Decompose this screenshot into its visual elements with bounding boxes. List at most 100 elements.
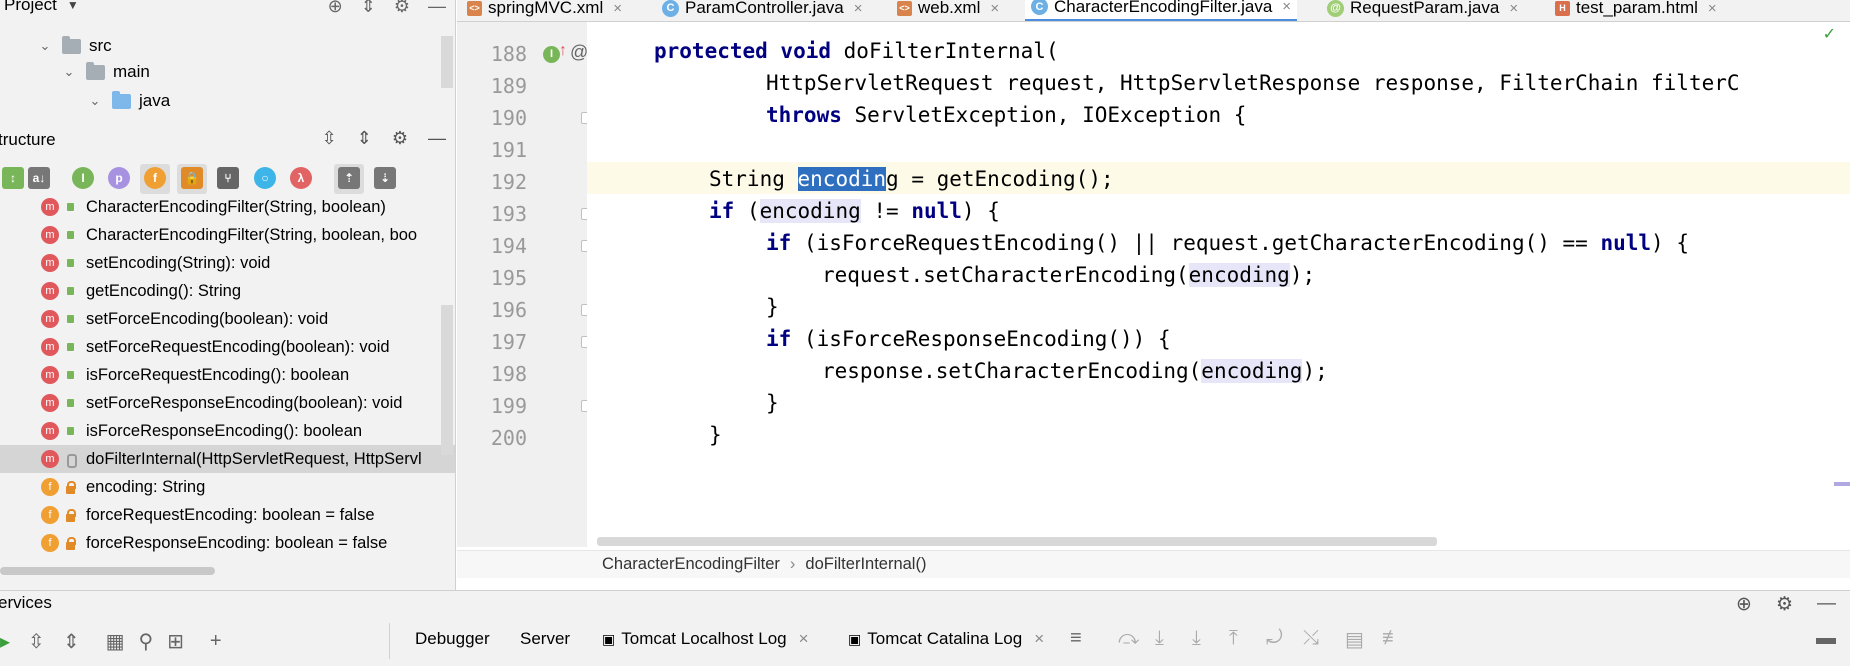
collapse-all-icon[interactable]: ⇕: [361, 0, 376, 17]
step-into-icon[interactable]: ⤓: [1155, 627, 1164, 650]
scroll-from-source-icon[interactable]: ⇣: [374, 167, 396, 189]
crosshair-icon[interactable]: ⊕: [1736, 593, 1752, 616]
group-by-icon[interactable]: ▦: [106, 629, 125, 654]
close-icon[interactable]: ×: [1282, 0, 1291, 15]
member-label: encoding: String: [86, 477, 206, 496]
code-editor[interactable]: protected void doFilterInternal( HttpSer…: [587, 22, 1850, 547]
close-icon[interactable]: ×: [799, 629, 809, 649]
show-fields-icon[interactable]: f: [144, 167, 166, 189]
minimize-icon[interactable]: —: [428, 0, 446, 17]
gear-icon[interactable]: ⚙: [1776, 593, 1793, 616]
public-icon: [64, 284, 76, 298]
add-icon[interactable]: +: [210, 630, 222, 653]
expand-all-icon[interactable]: ⇳: [28, 629, 45, 654]
minimize-icon[interactable]: —: [428, 128, 446, 149]
show-anonymous-icon[interactable]: ○: [254, 167, 276, 189]
horizontal-scrollbar[interactable]: [0, 567, 215, 575]
structure-member[interactable]: m getEncoding(): String: [0, 277, 455, 305]
tree-node-main[interactable]: ⌄ main: [62, 58, 150, 86]
tab-label: Server: [520, 629, 571, 648]
code-line-195: request.setCharacterEncoding(encoding);: [822, 259, 1315, 291]
sort-alphabetically-icon[interactable]: a↓: [28, 167, 50, 189]
structure-member[interactable]: m setForceEncoding(boolean): void: [0, 305, 455, 333]
step-out-icon[interactable]: ⤒: [1229, 627, 1238, 650]
close-icon[interactable]: ×: [854, 0, 863, 17]
collapse-all-icon[interactable]: ⇕: [357, 128, 372, 149]
structure-member[interactable]: f forceResponseEncoding: boolean = false: [0, 529, 455, 557]
tab-debugger[interactable]: Debugger: [415, 629, 490, 649]
tab-tomcat-catalina-log[interactable]: ▣ Tomcat Catalina Log ×: [848, 629, 1044, 649]
drop-frame-icon[interactable]: ⤾: [1266, 627, 1283, 650]
close-icon[interactable]: ×: [613, 0, 622, 17]
close-icon[interactable]: ×: [1509, 0, 1518, 17]
scroll-to-source-icon[interactable]: ⇡: [338, 167, 360, 189]
public-icon: [64, 396, 76, 410]
structure-member[interactable]: m setForceRequestEncoding(boolean): void: [0, 333, 455, 361]
structure-member[interactable]: m CharacterEncodingFilter(String, boolean…: [0, 193, 455, 221]
chevron-down-icon[interactable]: ⌄: [88, 94, 102, 108]
sort-by-visibility-icon[interactable]: ↕: [2, 167, 24, 189]
override-marker-icon[interactable]: I: [543, 46, 560, 63]
member-label: forceRequestEncoding: boolean = false: [86, 505, 375, 524]
close-icon[interactable]: ×: [1708, 0, 1717, 17]
close-icon[interactable]: ×: [1034, 629, 1044, 649]
breadcrumb-class[interactable]: CharacterEncodingFilter: [602, 555, 780, 574]
show-lambda-icon[interactable]: λ: [290, 167, 312, 189]
show-inherited-icon[interactable]: I: [72, 167, 94, 189]
filter-icon[interactable]: ⚲: [138, 629, 153, 654]
structure-member-selected[interactable]: m doFilterInternal(HttpServletRequest, Ht…: [0, 445, 455, 473]
scrollbar[interactable]: [441, 305, 453, 455]
layout-icon[interactable]: ▬: [1816, 627, 1836, 650]
tree-node-java[interactable]: ⌄ java: [88, 87, 170, 115]
selected-text[interactable]: encodin: [797, 167, 887, 191]
locate-icon[interactable]: ⊕: [328, 0, 343, 17]
collapse-all-icon[interactable]: ⇕: [63, 629, 80, 654]
code-line-197: if (isForceResponseEncoding()) {: [766, 323, 1171, 355]
menu-lines-icon[interactable]: ≡: [1070, 627, 1082, 650]
trace-icon[interactable]: ≢: [1382, 627, 1402, 650]
editor-horizontal-scrollbar[interactable]: [597, 537, 1437, 546]
tab-characterencodingfilter-java[interactable]: C CharacterEncodingFilter.java ×: [1025, 0, 1298, 21]
error-stripe-mark: [1834, 482, 1850, 486]
project-panel-title[interactable]: Project: [4, 0, 57, 15]
show-non-public-icon[interactable]: 🔒: [181, 167, 203, 189]
tree-node-src[interactable]: ⌄ src: [38, 32, 112, 60]
new-tab-icon[interactable]: ⊞: [167, 629, 184, 654]
member-label: CharacterEncodingFilter(String, boolean): [86, 197, 386, 216]
structure-member[interactable]: f forceRequestEncoding: boolean = false: [0, 501, 455, 529]
show-properties-icon[interactable]: p: [108, 167, 130, 189]
show-lambdas-icon[interactable]: ⑂: [217, 167, 239, 189]
structure-member[interactable]: m isForceResponseEncoding(): boolean: [0, 417, 455, 445]
structure-member[interactable]: m setForceResponseEncoding(boolean): void: [0, 389, 455, 417]
structure-member[interactable]: m isForceRequestEncoding(): boolean: [0, 361, 455, 389]
tab-requestparam-java[interactable]: @ RequestParam.java ×: [1327, 0, 1518, 21]
line-number: 198: [490, 362, 527, 386]
tab-springmvc-xml[interactable]: <> springMVC.xml ×: [467, 0, 622, 21]
chevron-down-icon[interactable]: ⌄: [38, 39, 52, 53]
chevron-down-icon[interactable]: ▼: [67, 0, 79, 12]
tab-paramcontroller-java[interactable]: C ParamController.java ×: [662, 0, 863, 21]
structure-member[interactable]: m CharacterEncodingFilter(String, boolean…: [0, 221, 455, 249]
force-step-into-icon[interactable]: ⤓: [1192, 627, 1201, 650]
close-icon[interactable]: ×: [990, 0, 999, 17]
run-icon[interactable]: ▸: [0, 629, 10, 654]
gear-icon[interactable]: ⚙: [394, 0, 410, 17]
tab-tomcat-localhost-log[interactable]: ▣ Tomcat Localhost Log ×: [602, 629, 809, 649]
at-marker-icon[interactable]: @: [570, 42, 588, 63]
structure-member[interactable]: m setEncoding(String): void: [0, 249, 455, 277]
tab-web-xml[interactable]: <> web.xml ×: [897, 0, 999, 21]
expand-all-icon[interactable]: ⇳: [322, 128, 337, 149]
tab-server[interactable]: Server: [520, 629, 570, 649]
step-over-icon[interactable]: ⤼: [1118, 627, 1139, 650]
code-text: g = getEncoding();: [886, 167, 1114, 191]
gear-icon[interactable]: ⚙: [392, 128, 408, 149]
run-to-cursor-icon[interactable]: ⤯: [1303, 627, 1319, 650]
minimize-icon[interactable]: —: [1817, 593, 1836, 616]
scrollbar[interactable]: [441, 36, 453, 88]
chevron-down-icon[interactable]: ⌄: [62, 65, 76, 79]
evaluate-icon[interactable]: ▤: [1345, 627, 1364, 652]
breadcrumb-method[interactable]: doFilterInternal(): [805, 555, 926, 574]
code-line-200: }: [709, 419, 722, 451]
structure-member[interactable]: f encoding: String: [0, 473, 455, 501]
tab-test-param-html[interactable]: Htest_param.html ×: [1555, 0, 1717, 21]
